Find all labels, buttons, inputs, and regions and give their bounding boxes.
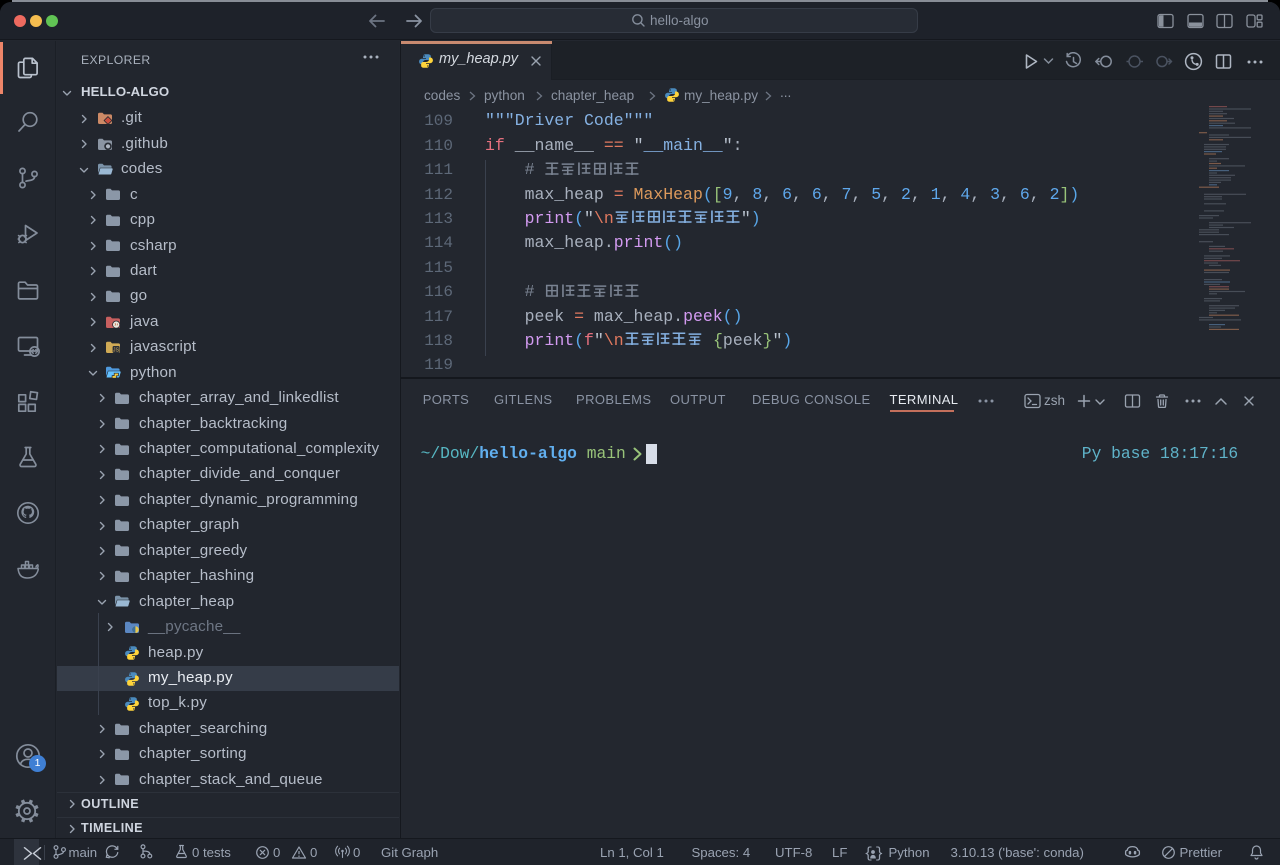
svg-text:JS: JS bbox=[113, 347, 120, 353]
svg-text:}: } bbox=[875, 847, 883, 862]
svg-text:{: { bbox=[864, 847, 873, 862]
